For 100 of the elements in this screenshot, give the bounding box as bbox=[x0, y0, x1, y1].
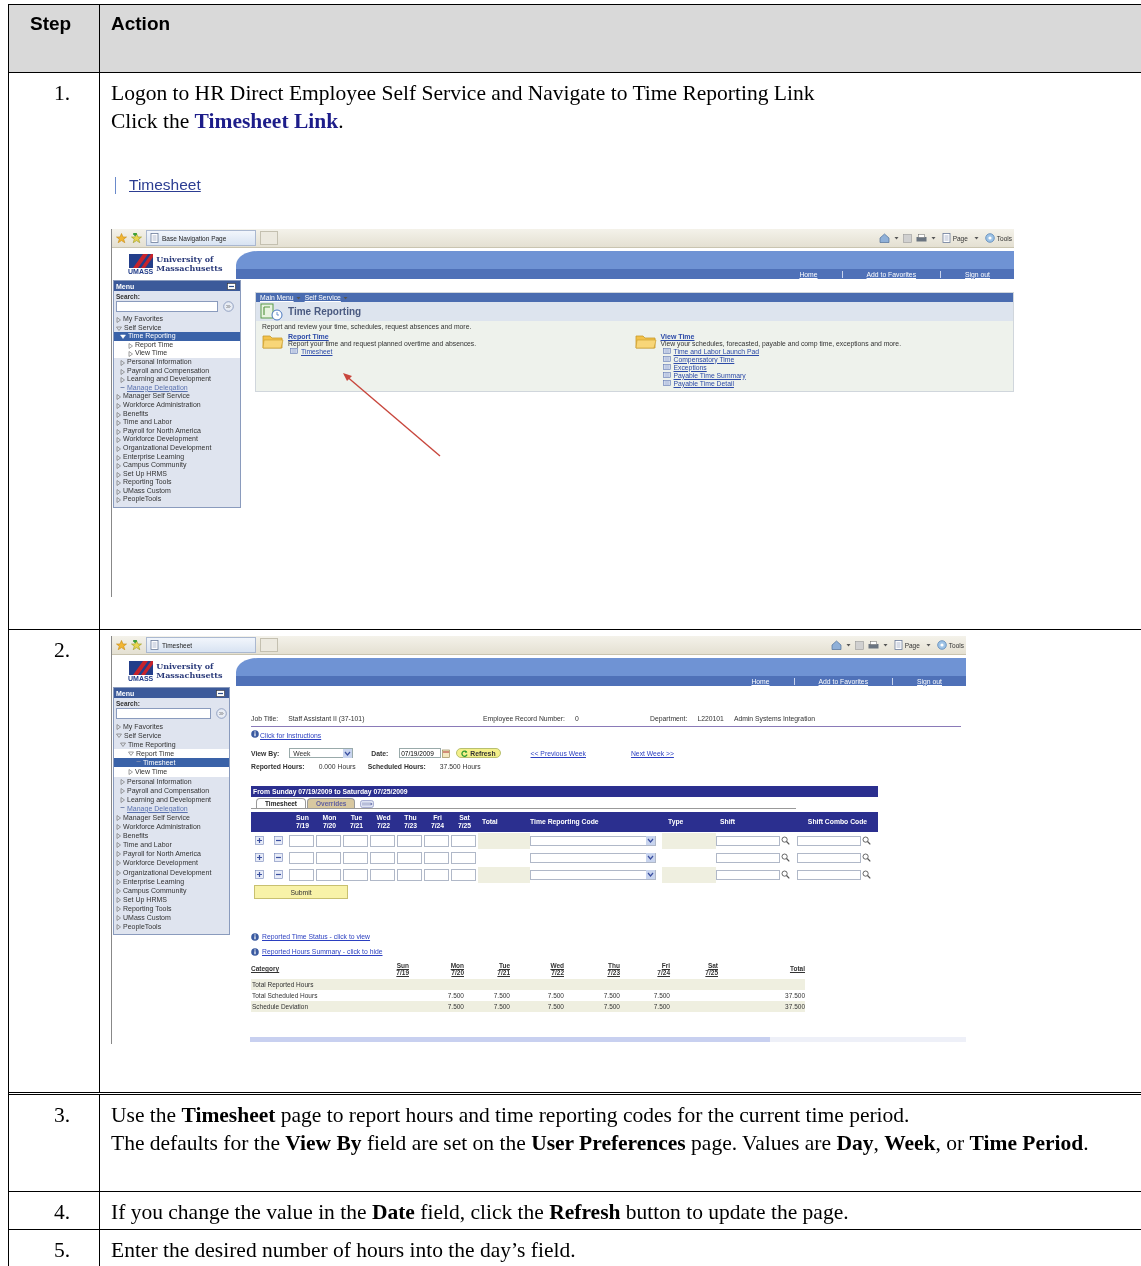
step-number: 3. bbox=[52, 1103, 71, 1128]
home-icon[interactable] bbox=[878, 233, 890, 243]
star-icon[interactable] bbox=[116, 233, 127, 243]
delete-row-button[interactable] bbox=[274, 836, 283, 845]
folder-icon bbox=[634, 333, 657, 349]
caret-down-icon bbox=[845, 643, 851, 647]
list-icon bbox=[290, 348, 298, 354]
calendar-icon[interactable] bbox=[442, 748, 451, 758]
show-columns-icon[interactable] bbox=[360, 800, 375, 808]
logo-text: Massachusetts bbox=[156, 264, 223, 273]
text-field[interactable] bbox=[797, 852, 861, 863]
print-icon[interactable] bbox=[867, 640, 879, 650]
time-reporting-code-dropdown[interactable] bbox=[530, 869, 656, 880]
hours-field[interactable] bbox=[397, 834, 422, 847]
hours-field[interactable] bbox=[451, 851, 476, 864]
collapse-icon[interactable] bbox=[227, 282, 236, 290]
star-icon[interactable] bbox=[116, 640, 127, 650]
page-icon bbox=[941, 233, 951, 243]
hours-field[interactable] bbox=[370, 851, 395, 864]
caret-down-icon bbox=[925, 643, 931, 647]
list-icon bbox=[662, 348, 671, 354]
caret-down-icon bbox=[646, 836, 655, 845]
instruction-text: Click the Timesheet Link. bbox=[111, 108, 345, 135]
instruction-text: The defaults for the View By field are set on the User Preferences page. Values are Day, Week, or Time Period. bbox=[111, 1130, 1090, 1157]
time-reporting-code-dropdown[interactable] bbox=[530, 852, 656, 863]
time-reporting-code-dropdown[interactable] bbox=[530, 835, 656, 846]
hours-field[interactable] bbox=[397, 868, 422, 881]
hours-field[interactable] bbox=[451, 868, 476, 881]
search-icon[interactable] bbox=[862, 870, 871, 879]
search-go-icon[interactable] bbox=[223, 301, 234, 312]
text-field[interactable] bbox=[797, 835, 861, 846]
hours-field[interactable] bbox=[343, 851, 368, 864]
logo-text: Massachusetts bbox=[156, 671, 223, 680]
print-icon[interactable] bbox=[915, 233, 927, 243]
hours-field[interactable] bbox=[343, 868, 368, 881]
step-number: 5. bbox=[52, 1238, 71, 1263]
new-tab-button[interactable] bbox=[260, 638, 278, 652]
text-field[interactable] bbox=[797, 869, 861, 880]
new-tab-button[interactable] bbox=[260, 231, 278, 245]
add-favorite-icon[interactable] bbox=[131, 640, 142, 650]
search-go-icon[interactable] bbox=[216, 708, 227, 719]
info-icon bbox=[251, 730, 259, 738]
search-field[interactable] bbox=[116, 708, 211, 719]
collapse-icon[interactable] bbox=[216, 689, 225, 697]
search-icon[interactable] bbox=[781, 853, 790, 862]
list-icon bbox=[662, 356, 671, 362]
add-row-button[interactable] bbox=[255, 870, 264, 879]
search-icon[interactable] bbox=[781, 870, 790, 879]
hours-field[interactable] bbox=[289, 834, 314, 847]
delete-row-button[interactable] bbox=[274, 853, 283, 862]
instruction-text: Logon to HR Direct Employee Self Service and Navigate to Time Reporting Link bbox=[111, 80, 816, 107]
caret-down-icon bbox=[343, 748, 353, 758]
caret-down-icon bbox=[646, 870, 655, 879]
home-icon[interactable] bbox=[830, 640, 842, 650]
delete-row-button[interactable] bbox=[274, 870, 283, 879]
instruction-text: Enter the desired number of hours into the day’s field. bbox=[111, 1237, 577, 1264]
hours-field[interactable] bbox=[451, 834, 476, 847]
hours-field[interactable] bbox=[289, 868, 314, 881]
instruction-text: Use the Timesheet page to report hours and time reporting codes for the current time period. bbox=[111, 1102, 911, 1129]
hours-field[interactable] bbox=[424, 851, 449, 864]
clock-icon bbox=[260, 302, 284, 321]
hours-field[interactable] bbox=[397, 851, 422, 864]
search-icon[interactable] bbox=[781, 836, 790, 845]
logo-icon bbox=[128, 660, 153, 675]
caret-down-icon bbox=[930, 236, 936, 240]
hours-field[interactable] bbox=[424, 834, 449, 847]
info-icon bbox=[251, 947, 259, 956]
add-row-button[interactable] bbox=[255, 836, 264, 845]
page-icon bbox=[150, 640, 159, 650]
list-icon bbox=[662, 380, 671, 386]
hours-field[interactable] bbox=[370, 868, 395, 881]
hours-field[interactable] bbox=[289, 851, 314, 864]
caret-down-icon bbox=[882, 643, 888, 647]
caret-down-icon bbox=[973, 236, 979, 240]
search-icon[interactable] bbox=[862, 836, 871, 845]
search-field[interactable] bbox=[116, 301, 218, 312]
hours-field[interactable] bbox=[343, 834, 368, 847]
horizontal-scrollbar[interactable] bbox=[250, 1037, 966, 1042]
hours-field[interactable] bbox=[424, 868, 449, 881]
column-header: Action bbox=[111, 13, 171, 34]
text-field[interactable] bbox=[716, 835, 780, 846]
add-favorite-icon[interactable] bbox=[131, 233, 142, 243]
list-icon bbox=[662, 372, 671, 378]
logo-icon bbox=[128, 253, 153, 268]
hours-field[interactable] bbox=[316, 868, 341, 881]
step-number: 4. bbox=[52, 1200, 71, 1225]
page-title: Time Reporting bbox=[288, 306, 362, 317]
text-link[interactable]: Timesheet bbox=[129, 176, 201, 194]
add-row-button[interactable] bbox=[255, 853, 264, 862]
hours-field[interactable] bbox=[316, 834, 341, 847]
hours-field[interactable] bbox=[370, 834, 395, 847]
text-field[interactable] bbox=[716, 852, 780, 863]
dash-icon bbox=[120, 385, 125, 389]
text-field[interactable] bbox=[716, 869, 780, 880]
hours-field[interactable] bbox=[316, 851, 341, 864]
search-icon[interactable] bbox=[862, 853, 871, 862]
page-icon bbox=[893, 640, 903, 650]
folder-icon bbox=[262, 333, 284, 349]
dash-icon bbox=[120, 805, 125, 809]
caret-down-icon bbox=[646, 853, 655, 862]
